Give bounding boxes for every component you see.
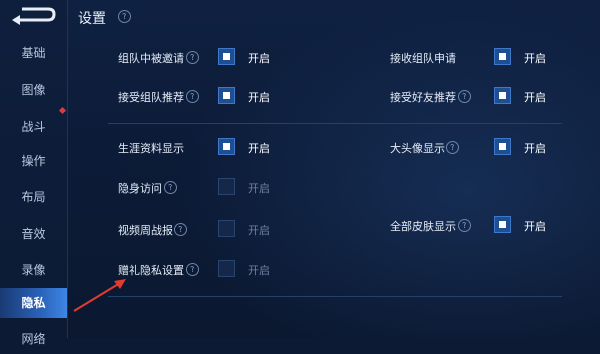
checkbox-team-invite[interactable] bbox=[218, 48, 235, 65]
setting-label-stealth-visit: 隐身访问 bbox=[118, 182, 162, 195]
checkbox-stealth-visit[interactable] bbox=[218, 178, 235, 195]
setting-label-team-recommend: 接受组队推荐 bbox=[118, 91, 184, 104]
checkbox-team-recommend[interactable] bbox=[218, 87, 235, 104]
setting-label-large-avatar: 大头像显示 bbox=[390, 142, 445, 155]
sidebar-item-battle[interactable]: 战斗 bbox=[0, 112, 67, 142]
sidebar-item-basic[interactable]: 基础 bbox=[0, 38, 67, 68]
section-divider bbox=[108, 296, 562, 297]
state-label: 开启 bbox=[524, 220, 546, 233]
state-label: 开启 bbox=[248, 91, 270, 104]
state-label: 开启 bbox=[248, 224, 270, 237]
sidebar-item-sound[interactable]: 音效 bbox=[0, 219, 67, 249]
state-label: 开启 bbox=[524, 52, 546, 65]
checkbox-team-apply[interactable] bbox=[494, 48, 511, 65]
checkbox-friend-recommend[interactable] bbox=[494, 87, 511, 104]
state-label: 开启 bbox=[248, 182, 270, 195]
sidebar-item-replay[interactable]: 录像 bbox=[0, 255, 67, 285]
setting-label-career-profile: 生涯资料显示 bbox=[118, 142, 184, 155]
annotation-arrow-icon bbox=[73, 279, 126, 312]
sidebar-item-controls[interactable]: 操作 bbox=[0, 146, 67, 176]
checkbox-gift-privacy[interactable] bbox=[218, 260, 235, 277]
checkbox-career-profile[interactable] bbox=[218, 138, 235, 155]
sidebar-item-privacy[interactable]: 隐私 bbox=[0, 288, 67, 318]
sidebar: 基础 图像 战斗 操作 布局 音效 录像 隐私 网络 bbox=[0, 0, 68, 346]
back-arrow-icon[interactable] bbox=[8, 6, 56, 26]
setting-label-team-invite: 组队中被邀请 bbox=[118, 52, 184, 65]
checkbox-all-skins[interactable] bbox=[494, 216, 511, 233]
state-label: 开启 bbox=[248, 142, 270, 155]
state-label: 开启 bbox=[248, 264, 270, 277]
section-divider bbox=[108, 123, 562, 124]
setting-label-weekly-video: 视频周战报 bbox=[118, 224, 173, 237]
setting-label-team-apply: 接收组队申请 bbox=[390, 52, 456, 65]
sidebar-item-layout[interactable]: 布局 bbox=[0, 182, 67, 212]
state-label: 开启 bbox=[524, 91, 546, 104]
checkbox-large-avatar[interactable] bbox=[494, 138, 511, 155]
sidebar-item-graphics[interactable]: 图像 bbox=[0, 75, 67, 105]
page-title: 设置 bbox=[78, 11, 106, 27]
setting-label-friend-recommend: 接受好友推荐 bbox=[390, 91, 456, 104]
checkbox-weekly-video[interactable] bbox=[218, 220, 235, 237]
state-label: 开启 bbox=[248, 52, 270, 65]
setting-label-all-skins: 全部皮肤显示 bbox=[390, 220, 456, 233]
state-label: 开启 bbox=[524, 142, 546, 155]
sidebar-item-network[interactable]: 网络 bbox=[0, 324, 67, 354]
